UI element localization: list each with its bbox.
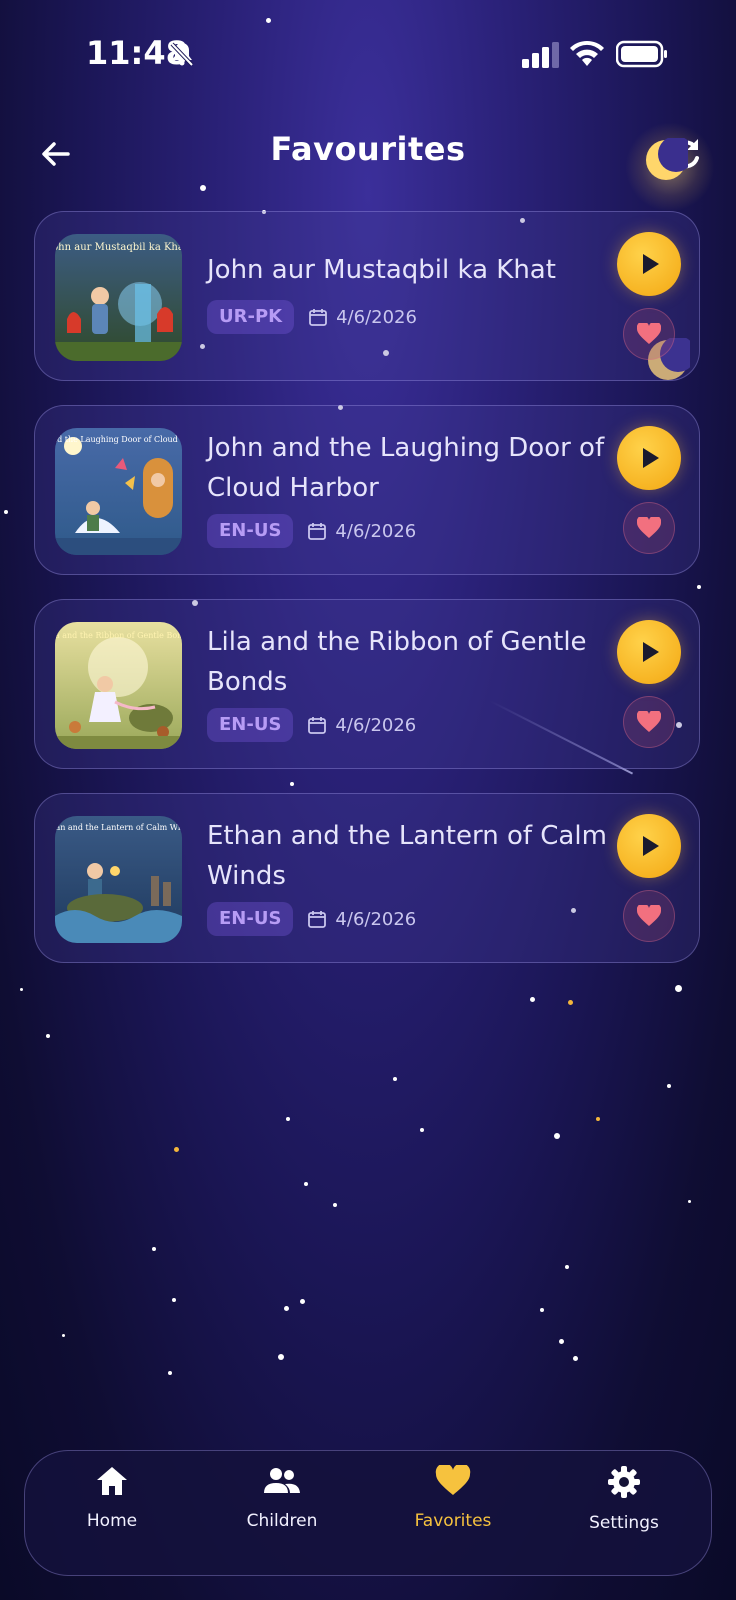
- story-card[interactable]: John and the Laughing Door of Cloud Harb…: [34, 405, 700, 575]
- moon-icon: [646, 138, 688, 180]
- play-icon: [643, 836, 659, 856]
- play-button[interactable]: [617, 426, 681, 490]
- story-cover-image: Lila and the Ribbon of Gentle Bonds: [55, 622, 182, 749]
- battery-icon: [616, 40, 667, 68]
- nav-item-settings[interactable]: Settings: [549, 1465, 699, 1565]
- wifi-icon: [570, 40, 604, 66]
- people-icon: [264, 1468, 300, 1493]
- story-card[interactable]: John aur Mustaqbil ka Khat John aur Must…: [34, 211, 700, 381]
- story-meta: UR-PK 4/6/2026: [207, 300, 417, 334]
- cover-title: John aur Mustaqbil ka Khat: [55, 242, 182, 253]
- story-card[interactable]: Ethan and the Lantern of Calm Winds Etha…: [34, 793, 700, 963]
- story-date: 4/6/2026: [335, 908, 417, 930]
- language-badge: EN-US: [207, 708, 294, 742]
- story-meta: EN-US 4/6/2026: [207, 708, 416, 742]
- play-button[interactable]: [617, 620, 681, 684]
- cover-title: Ethan and the Lantern of Calm Winds: [55, 823, 182, 832]
- calendar-icon: [308, 911, 327, 928]
- nav-item-home[interactable]: Home: [37, 1465, 187, 1565]
- heart-icon: [637, 517, 661, 538]
- status-bar: 11:48: [0, 0, 736, 110]
- nav-label: Settings: [589, 1513, 659, 1533]
- story-meta: EN-US 4/6/2026: [207, 514, 416, 548]
- story-cover-image: John and the Laughing Door of Cloud Harb…: [55, 428, 182, 555]
- heart-icon: [637, 323, 661, 344]
- story-meta: EN-US 4/6/2026: [207, 902, 416, 936]
- language-badge: EN-US: [207, 514, 294, 548]
- story-date: 4/6/2026: [336, 306, 417, 328]
- story-date: 4/6/2026: [335, 520, 417, 542]
- story-title: John and the Laughing Door of Cloud Harb…: [207, 433, 605, 503]
- heart-icon: [435, 1465, 471, 1495]
- nav-label: Home: [86, 1511, 138, 1531]
- nav-label: Children: [246, 1511, 318, 1531]
- story-title: Lila and the Ribbon of Gentle Bonds: [207, 627, 587, 697]
- calendar-icon: [308, 717, 327, 734]
- story-date: 4/6/2026: [335, 714, 417, 736]
- app-header: Favourites: [0, 110, 736, 212]
- cellular-signal-icon: [522, 42, 559, 68]
- unfavorite-button[interactable]: [623, 502, 675, 554]
- nav-label: Favorites: [414, 1511, 492, 1531]
- heart-icon: [637, 711, 661, 732]
- unfavorite-button[interactable]: [623, 696, 675, 748]
- story-title: Ethan and the Lantern of Calm Winds: [207, 821, 607, 891]
- nav-item-children[interactable]: Children: [207, 1465, 357, 1565]
- play-icon: [643, 642, 659, 662]
- calendar-icon: [309, 309, 327, 326]
- heart-icon: [637, 905, 661, 926]
- play-button[interactable]: [617, 814, 681, 878]
- gear-icon: [608, 1466, 640, 1498]
- story-cover-image: Ethan and the Lantern of Calm Winds: [55, 816, 182, 943]
- calendar-icon: [308, 523, 327, 540]
- bottom-nav: Home Children Favorites Settings: [24, 1450, 712, 1576]
- play-icon: [643, 254, 659, 274]
- silent-bell-icon: [170, 42, 194, 67]
- nav-item-favorites[interactable]: Favorites: [378, 1465, 528, 1565]
- unfavorite-button[interactable]: [623, 308, 675, 360]
- home-icon: [97, 1467, 127, 1495]
- language-badge: EN-US: [207, 902, 294, 936]
- play-button[interactable]: [617, 232, 681, 296]
- unfavorite-button[interactable]: [623, 890, 675, 942]
- cover-title: Lila and the Ribbon of Gentle Bonds: [55, 631, 182, 640]
- story-title: John aur Mustaqbil ka Khat: [207, 255, 556, 285]
- play-icon: [643, 448, 659, 468]
- language-badge: UR-PK: [207, 300, 295, 334]
- story-card[interactable]: Lila and the Ribbon of Gentle Bonds Lila…: [34, 599, 700, 769]
- cover-title: John and the Laughing Door of Cloud Harb…: [55, 435, 182, 444]
- story-cover-image: John aur Mustaqbil ka Khat: [55, 234, 182, 361]
